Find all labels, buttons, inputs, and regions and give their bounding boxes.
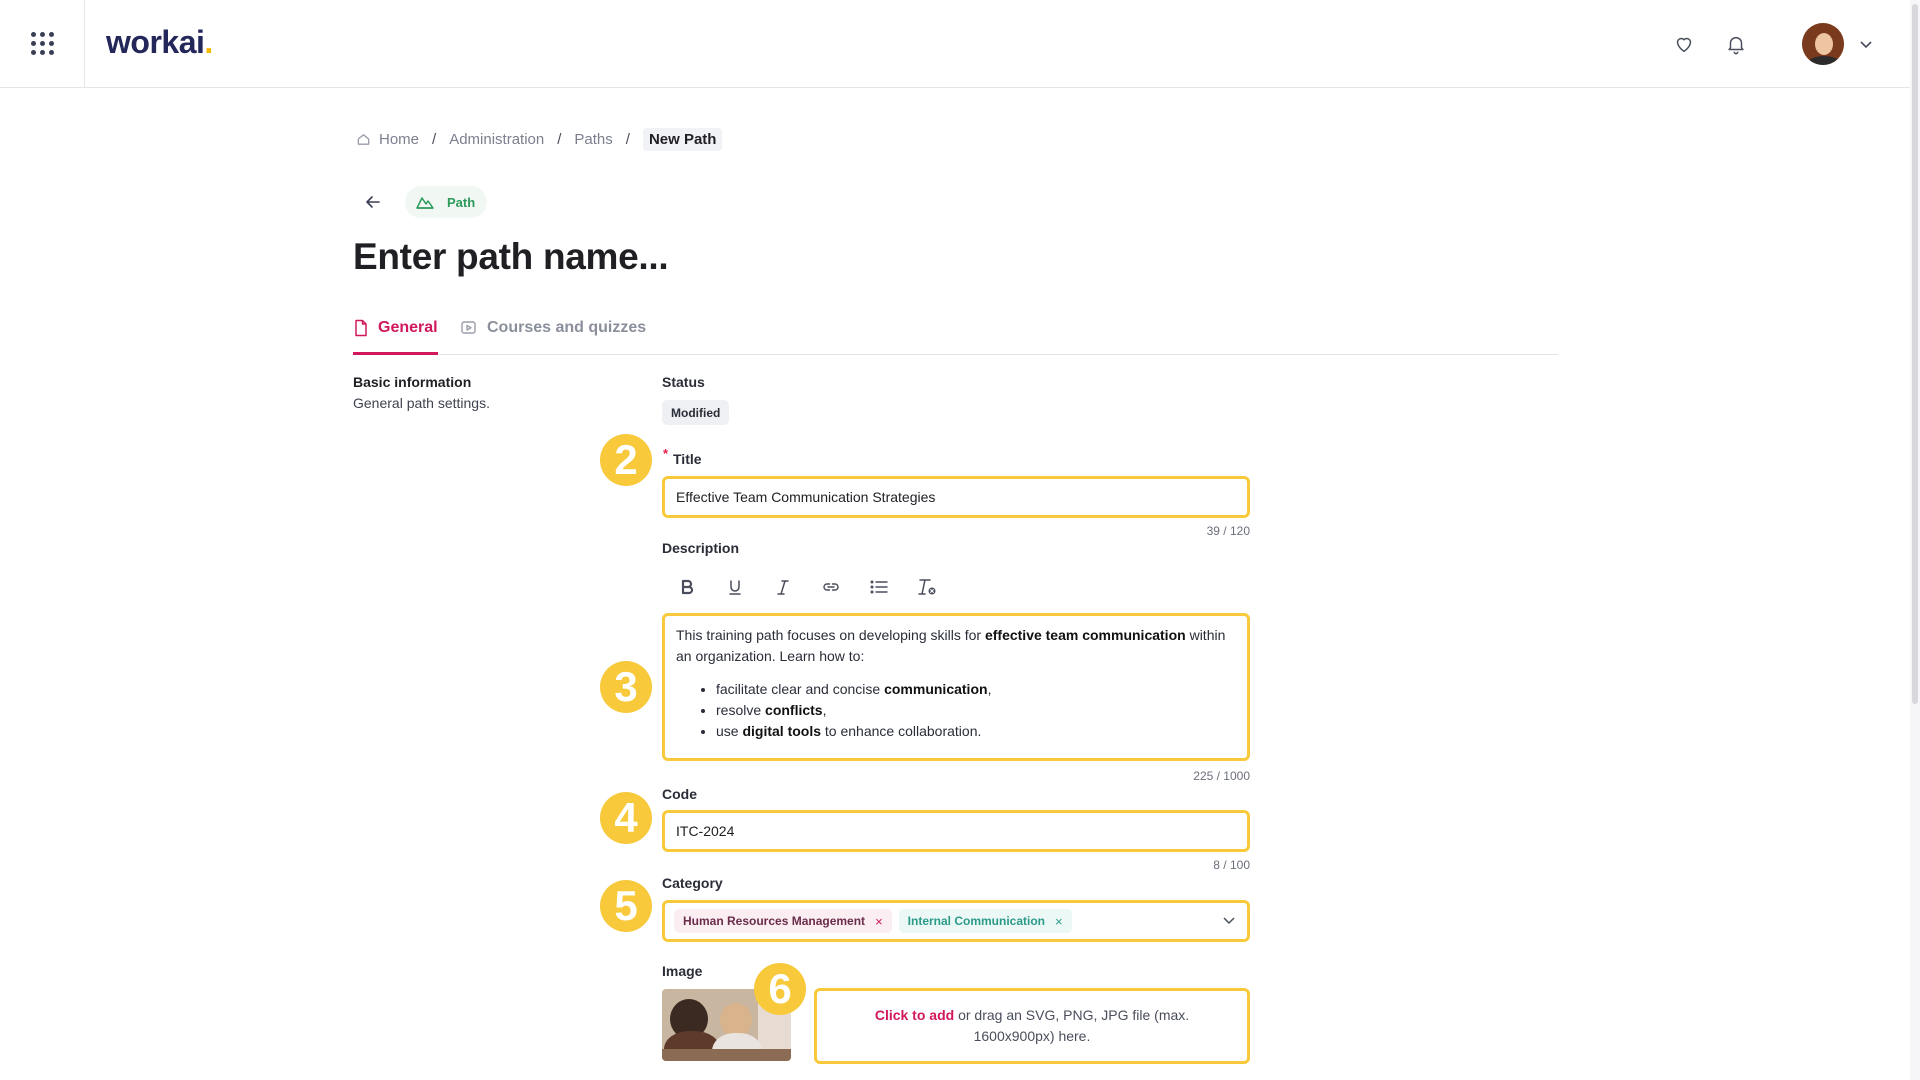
code-label: Code (662, 786, 697, 802)
list-item: resolve conflicts, (716, 700, 1236, 721)
title-counter: 39 / 120 (1206, 524, 1250, 538)
click-to-add-link[interactable]: Click to add (875, 1007, 954, 1023)
required-mark: * (663, 446, 669, 461)
tab-bar: General Courses and quizzes (353, 306, 1558, 355)
title-value: Effective Team Communication Strategies (676, 489, 936, 505)
path-chip-label: Path (447, 194, 476, 210)
clear-format-icon (918, 579, 936, 595)
image-dropzone[interactable]: Click to add or drag an SVG, PNG, JPG fi… (814, 988, 1250, 1064)
bold-button[interactable] (672, 575, 702, 599)
description-paragraph: This training path focuses on developing… (676, 627, 1226, 664)
underline-icon (729, 579, 741, 595)
user-avatar[interactable] (1802, 22, 1844, 65)
step-marker-5: 5 (600, 880, 652, 932)
breadcrumb-administration[interactable]: Administration (449, 131, 544, 148)
home-icon (356, 132, 371, 147)
category-tag-label: Human Resources Management (683, 914, 866, 928)
apps-grid-button[interactable] (0, 0, 85, 87)
underline-button[interactable] (720, 575, 750, 599)
clear-format-button[interactable] (912, 575, 942, 599)
category-tag-label: Internal Communication (907, 914, 1045, 928)
breadcrumb-paths[interactable]: Paths (574, 131, 612, 148)
page-scrollbar[interactable] (1910, 0, 1920, 1080)
bold-icon (681, 579, 694, 595)
image-label: Image (662, 963, 703, 979)
breadcrumb-separator: / (625, 131, 630, 148)
video-icon (461, 321, 476, 334)
title-label: * Title (663, 446, 702, 467)
user-menu-toggle[interactable] (1844, 18, 1888, 70)
arrow-left-icon (366, 196, 380, 208)
path-icon (416, 197, 434, 209)
top-bar: workai. (0, 0, 1910, 88)
description-counter: 225 / 1000 (1193, 769, 1250, 783)
favorites-button[interactable] (1658, 18, 1710, 70)
list-item: use digital tools to enhance collaborati… (716, 721, 1236, 742)
back-button[interactable] (358, 188, 388, 216)
title-input[interactable]: Effective Team Communication Strategies (662, 476, 1250, 518)
step-marker-6: 6 (754, 963, 806, 1015)
path-type-chip: Path (405, 186, 488, 218)
tab-general[interactable]: General (353, 316, 438, 355)
notifications-button[interactable] (1710, 18, 1762, 70)
bullet-list-button[interactable] (864, 575, 894, 599)
editor-toolbar (672, 575, 942, 599)
category-select[interactable]: Human Resources Management × Internal Co… (662, 900, 1250, 942)
tab-courses-and-quizzes[interactable]: Courses and quizzes (460, 316, 646, 355)
status-label: Status (662, 374, 705, 390)
step-marker-2: 2 (600, 434, 652, 486)
bell-icon (1728, 36, 1744, 54)
category-label: Category (662, 875, 723, 891)
section-title: Basic information (353, 374, 472, 390)
remove-tag-button[interactable]: × (875, 914, 883, 929)
italic-icon (777, 579, 789, 595)
link-button[interactable] (816, 575, 846, 599)
tab-courses-label: Courses and quizzes (487, 319, 647, 336)
code-counter: 8 / 100 (1213, 858, 1250, 872)
section-subtitle: General path settings. (353, 395, 490, 411)
code-input[interactable]: ITC-2024 (662, 810, 1250, 852)
description-label: Description (662, 540, 740, 556)
heart-icon (1676, 37, 1692, 52)
category-tag: Internal Communication × (898, 909, 1072, 933)
breadcrumb: Home / Administration / Paths / New Path (356, 128, 723, 151)
breadcrumb-home[interactable]: Home (379, 131, 419, 148)
category-dropdown-toggle[interactable] (1221, 912, 1237, 933)
step-marker-3: 3 (600, 661, 652, 713)
category-tag: Human Resources Management × (674, 909, 892, 933)
list-item: facilitate clear and concise communicati… (716, 679, 1236, 700)
italic-button[interactable] (768, 575, 798, 599)
code-value: ITC-2024 (676, 823, 735, 839)
bullet-list-icon (870, 580, 888, 594)
step-marker-4: 4 (600, 792, 652, 844)
dropzone-hint: or drag an SVG, PNG, JPG file (max. 1600… (954, 1007, 1190, 1044)
tab-general-label: General (378, 319, 438, 336)
remove-tag-button[interactable]: × (1055, 914, 1063, 929)
description-list: facilitate clear and concise communicati… (676, 679, 1236, 742)
breadcrumb-separator: / (432, 131, 437, 148)
description-editor[interactable]: This training path focuses on developing… (662, 613, 1250, 761)
app-logo[interactable]: workai. (106, 24, 213, 61)
page-title[interactable]: Enter path name... (353, 236, 669, 278)
apps-grid-icon (30, 32, 54, 55)
status-badge: Modified (662, 400, 730, 425)
document-icon (355, 319, 367, 337)
link-icon (823, 583, 839, 591)
chevron-down-icon (1860, 40, 1872, 48)
breadcrumb-current: New Path (642, 128, 723, 151)
chevron-down-icon (1223, 917, 1235, 925)
breadcrumb-separator: / (557, 131, 562, 148)
